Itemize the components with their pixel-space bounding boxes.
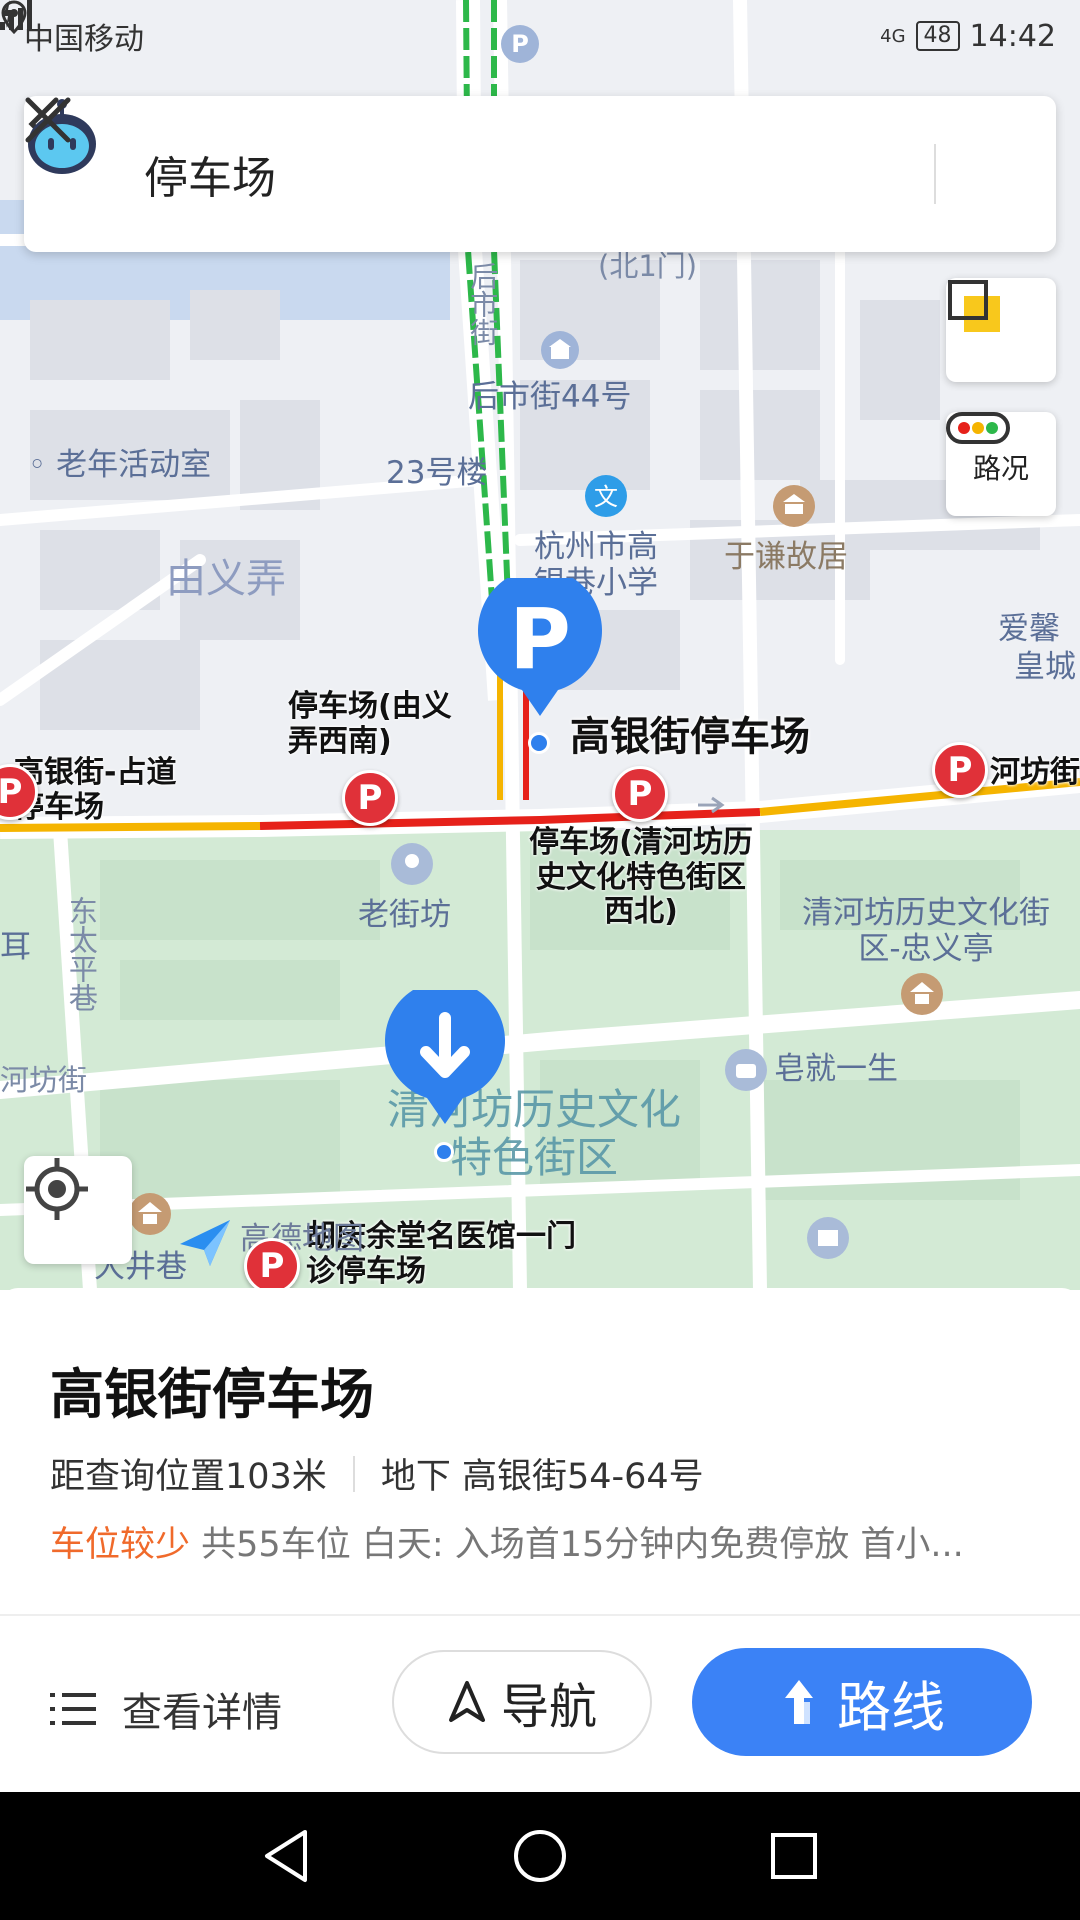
school-poi-icon: 文 <box>585 475 627 517</box>
location-poi-icon <box>391 843 433 885</box>
parking-marker-qinghe[interactable]: P <box>612 766 668 822</box>
selected-parking-pin[interactable]: P <box>476 578 604 718</box>
gaode-logo-icon <box>180 1220 230 1266</box>
label-houshijie-44: 后市街44号 <box>468 379 632 415</box>
nav-back-icon[interactable] <box>261 1828 311 1884</box>
gallery-poi-icon <box>807 1217 849 1259</box>
crosshair-icon <box>26 1158 88 1220</box>
nav-home-icon[interactable] <box>512 1828 568 1884</box>
destination-dot <box>434 1142 454 1162</box>
search-query[interactable]: 停车场 <box>144 142 814 206</box>
place-detail-sheet[interactable]: 高银街停车场 距查询位置103米 地下 高银街54-64号 车位较少 共55车位… <box>0 1288 1080 1792</box>
traffic-label: 路况 <box>972 452 1029 485</box>
label-dongtaiping: 东太平巷 <box>64 896 99 1012</box>
label-building-23: 23号楼 <box>386 455 488 491</box>
details-label: 查看详情 <box>122 1690 282 1736</box>
parking-info-text: 共55车位 白天: 入场首15分钟内免费停放 首小... <box>201 1525 964 1565</box>
temple-poi-icon <box>129 1193 171 1235</box>
navigate-arrow-icon <box>448 1681 485 1722</box>
traffic-light-icon <box>946 412 1010 444</box>
system-nav-bar <box>0 1792 1080 1920</box>
label-zaojiu: 皂就一生 <box>774 1051 898 1087</box>
nav-recents-icon[interactable] <box>769 1831 819 1881</box>
place-info: 车位较少 共55车位 白天: 入场首15分钟内免费停放 首小... <box>50 1516 1030 1567</box>
battery-level: 48 <box>915 21 960 51</box>
label-pk-qinghe: 停车场(清河坊历史文化特色街区西北) <box>529 825 753 929</box>
label-pk-youyi: 停车场(由义弄西南) <box>288 689 452 759</box>
parking-marker-hefang[interactable]: P <box>932 742 988 798</box>
parking-marker-hutang[interactable]: P <box>244 1238 300 1290</box>
route-label: 路线 <box>837 1675 945 1739</box>
search-divider <box>934 144 936 204</box>
place-address: 地下 高银街54-64号 <box>380 1457 704 1497</box>
route-arrow-icon <box>785 1680 813 1724</box>
label-yuqian: 于谦故居 <box>724 539 848 575</box>
destination-pin[interactable] <box>382 990 508 1126</box>
meta-divider <box>352 1455 355 1492</box>
navigate-button[interactable]: 导航 <box>392 1650 652 1754</box>
network-type: 4G <box>880 25 906 47</box>
details-button[interactable]: 查看详情 <box>50 1680 282 1738</box>
label-beiyimen: (北1门) <box>598 249 698 283</box>
place-title: 高银街停车场 <box>50 1363 374 1426</box>
parking-marker-youyi[interactable]: P <box>342 770 398 826</box>
label-laonian: ◦ 老年活动室 <box>28 447 212 483</box>
label-hefang: 河坊街 <box>990 755 1080 790</box>
clock: 14:42 <box>969 18 1056 54</box>
label-youyinong: 由义弄 <box>166 556 286 602</box>
navigate-label: 导航 <box>500 1679 597 1735</box>
label-laojiefang: 老街坊 <box>358 897 451 933</box>
svg-text:P: P <box>509 590 571 688</box>
selected-location-dot <box>528 732 550 754</box>
locate-button[interactable] <box>24 1156 132 1264</box>
parking-pin-icon: P <box>478 578 602 716</box>
status-bar: 中国移动 4G 48 14:42 <box>0 0 1080 72</box>
label-aixin: 爱馨 <box>998 611 1060 647</box>
selected-parking-label: 高银街停车场 <box>570 714 810 760</box>
layers-button[interactable] <box>946 278 1056 382</box>
place-distance: 距查询位置103米 <box>50 1457 327 1497</box>
museum-poi-icon <box>773 485 815 527</box>
map-view[interactable]: (北1门) 后市街 后市街44号 ◦ 老年活动室 23号楼 杭州市高银巷小学 于… <box>0 0 1080 1290</box>
close-icon <box>25 97 71 143</box>
layers-icon <box>948 280 1000 332</box>
carrier-name: 中国移动 <box>24 22 144 57</box>
label-er: 耳 <box>0 929 31 965</box>
label-huangcheng: 皇城 <box>1014 649 1076 685</box>
place-meta: 距查询位置103米 地下 高银街54-64号 <box>50 1448 704 1499</box>
building-poi-icon <box>541 331 579 369</box>
svg-text:文: 文 <box>594 483 618 511</box>
availability-status: 车位较少 <box>50 1525 191 1565</box>
label-gaoyinjie-zhandao: 高银街-占道停车场 <box>14 755 177 825</box>
label-hefangjie-left: 河坊街 <box>0 1063 88 1097</box>
charging-icon <box>2 0 14 28</box>
traffic-button[interactable]: 路况 <box>946 412 1056 516</box>
pavilion-poi-icon <box>901 973 943 1015</box>
label-houshijie-road: 后市街 <box>466 262 500 346</box>
route-button[interactable]: 路线 <box>692 1648 1032 1756</box>
arrow-down-icon <box>385 990 505 1124</box>
list-icon <box>50 1693 96 1725</box>
sheet-divider <box>0 1614 1080 1616</box>
food-poi-icon <box>725 1049 767 1091</box>
search-bar[interactable]: 停车场 <box>24 96 1056 252</box>
label-qinghefang-zhongyi: 清河坊历史文化街区-忠义亭 <box>802 895 1050 967</box>
